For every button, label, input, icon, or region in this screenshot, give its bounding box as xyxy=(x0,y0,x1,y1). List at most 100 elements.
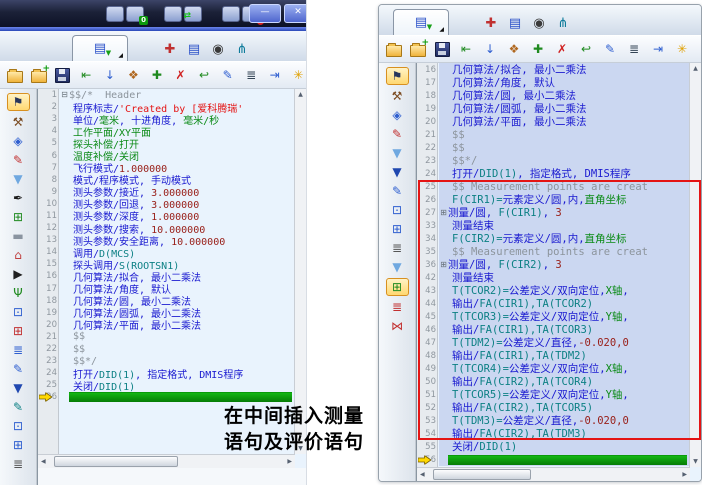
save-program-icon[interactable] xyxy=(55,67,71,83)
insert-line-before-icon[interactable]: ⇤ xyxy=(79,67,95,83)
code-line-25[interactable]: 25关闭/DID(1) xyxy=(38,379,294,391)
probe-list-icon[interactable]: ≣ xyxy=(8,456,29,472)
program-tree-icon[interactable]: ≣ xyxy=(243,67,259,83)
mirror-program-icon[interactable]: ⋈ xyxy=(387,318,408,334)
insert-move-icon[interactable]: ⊞ xyxy=(8,209,29,225)
syntax-highlight-icon[interactable]: ✳ xyxy=(674,41,690,57)
code-line-20[interactable]: 20几何算法/平面, 最小二乘法 xyxy=(38,319,294,331)
screen-view-icon[interactable]: ⊡ xyxy=(387,202,408,218)
tab-program-editor[interactable]: ▤▼◢ xyxy=(72,35,128,61)
scroll-down-icon[interactable]: ▼ xyxy=(693,458,698,465)
insert-feature-icon[interactable]: ⚒ xyxy=(387,88,408,104)
scroll-right-icon[interactable]: ▶ xyxy=(682,471,687,478)
delete-line-icon[interactable]: ✗ xyxy=(554,41,570,57)
scroll-left-icon[interactable]: ◀ xyxy=(420,471,425,478)
expand-insert-icon[interactable]: ▼ xyxy=(387,259,408,275)
fold-toggle-icon[interactable]: ⊞ xyxy=(439,209,448,217)
add-line-icon[interactable]: ✚ xyxy=(530,41,546,57)
scroll-right-icon[interactable]: ▶ xyxy=(287,458,292,465)
scroll-left-icon[interactable]: ◀ xyxy=(41,458,46,465)
code-line-22[interactable]: 22$$ xyxy=(417,141,689,154)
export-lines-icon[interactable]: ⇥ xyxy=(650,41,666,57)
probe-list-icon[interactable]: ≣ xyxy=(387,240,408,256)
code-line-34[interactable]: 34F(CIR2)=元素定义/圆,内,直角坐标 xyxy=(417,232,689,245)
import-lines-icon[interactable]: ↩ xyxy=(196,67,212,83)
expand-tools-icon[interactable]: ▼ xyxy=(8,171,29,187)
save-program-icon[interactable] xyxy=(434,41,450,57)
open-insert-program-icon[interactable] xyxy=(410,41,426,57)
expand-tools-icon[interactable]: ▼ xyxy=(387,145,408,161)
grid-feature-icon[interactable]: ⊡ xyxy=(8,304,29,320)
scroll-up-icon[interactable]: ▲ xyxy=(693,65,698,72)
pause-hand-icon[interactable]: ❖ xyxy=(506,41,522,57)
screen-add-icon[interactable]: ⊞ xyxy=(387,221,408,237)
open-insert-program-icon[interactable] xyxy=(31,67,47,83)
scrollbar-thumb[interactable] xyxy=(54,456,178,467)
align-axes-icon[interactable]: Ψ xyxy=(8,285,29,301)
code-line-55[interactable]: 55关闭/DID(1) xyxy=(417,440,689,453)
left-vertical-scrollbar[interactable]: ▲ ▼ xyxy=(294,89,306,454)
edit-feature-icon[interactable]: ✎ xyxy=(8,152,29,168)
scroll-up-icon[interactable]: ▲ xyxy=(298,91,303,98)
pin-program-window-icon[interactable]: ⚑ xyxy=(386,67,409,85)
plane-tool-icon[interactable]: ▬ xyxy=(8,228,29,244)
code-line-22[interactable]: 22$$ xyxy=(38,343,294,355)
edit-program-icon[interactable]: ✎ xyxy=(8,361,29,377)
fold-toggle-icon[interactable]: ⊞ xyxy=(439,261,448,269)
syntax-highlight-icon[interactable]: ✳ xyxy=(290,67,306,83)
tab-probe-manager[interactable]: ⋔ xyxy=(230,38,254,61)
probe-ink-icon[interactable]: ✒ xyxy=(8,190,29,206)
tab-program-editor[interactable]: ▤▼◢ xyxy=(393,9,449,35)
add-line-icon[interactable]: ✚ xyxy=(149,67,165,83)
probe-position-compare-icon[interactable]: 0 xyxy=(106,6,144,22)
statement-list-icon[interactable]: ≣ xyxy=(387,299,408,315)
minimize-button[interactable]: — xyxy=(249,4,281,23)
delete-line-icon[interactable]: ✗ xyxy=(173,67,189,83)
machine-home-icon[interactable]: ⌂ xyxy=(8,247,29,263)
close-button[interactable]: ✕ xyxy=(284,4,306,23)
tab-camera[interactable]: ◉ xyxy=(206,38,230,61)
erase-feature-icon[interactable]: ◈ xyxy=(387,107,408,123)
edit-report-icon[interactable]: ✎ xyxy=(8,399,29,415)
tab-coordinate-system[interactable]: ✚ xyxy=(479,12,503,35)
tab-probe-manager[interactable]: ⋔ xyxy=(551,12,575,35)
erase-feature-icon[interactable]: ◈ xyxy=(8,133,29,149)
tab-camera[interactable]: ◉ xyxy=(527,12,551,35)
insert-line-before-icon[interactable]: ⇤ xyxy=(458,41,474,57)
pin-program-window-icon[interactable]: ⚑ xyxy=(7,93,30,111)
code-line-26[interactable]: 26 xyxy=(38,391,294,403)
right-horizontal-scrollbar[interactable]: ◀ ▶ xyxy=(417,467,690,481)
left-horizontal-scrollbar[interactable]: ◀ ▶ xyxy=(38,454,295,468)
program-tree-icon[interactable]: ≣ xyxy=(626,41,642,57)
program-lines-icon[interactable]: ≣ xyxy=(8,342,29,358)
goto-line-icon[interactable]: ↓ xyxy=(102,67,118,83)
edit-line-icon[interactable]: ✎ xyxy=(602,41,618,57)
tab-program-list[interactable]: ▤ xyxy=(182,38,206,61)
insert-statement-icon[interactable]: ⊞ xyxy=(386,278,409,296)
screen-add-icon[interactable]: ⊞ xyxy=(8,437,29,453)
scrollbar-thumb[interactable] xyxy=(433,469,531,480)
edit-feature-icon[interactable]: ✎ xyxy=(387,126,408,142)
goto-line-icon[interactable]: ↓ xyxy=(482,41,498,57)
open-program-icon[interactable] xyxy=(7,67,23,83)
screen-view-icon[interactable]: ⊡ xyxy=(8,418,29,434)
tab-coordinate-system[interactable]: ✚ xyxy=(158,38,182,61)
insert-feature-icon[interactable]: ⚒ xyxy=(8,114,29,130)
code-line-21[interactable]: 21$$ xyxy=(417,128,689,141)
left-code-area[interactable]: 1⊟$$/* Header2程序标志/'Created by [爱科腾瑞'3单位… xyxy=(38,89,294,454)
window-layout-switch-icon[interactable]: ⇄ xyxy=(164,6,202,22)
auto-run-icon[interactable]: ▶ xyxy=(8,266,29,282)
right-code-area[interactable]: 16几何算法/拟合, 最小二乘法17几何算法/角度, 默认18几何算法/圆, 最… xyxy=(417,63,689,467)
pause-hand-icon[interactable]: ❖ xyxy=(126,67,142,83)
expand-edit-icon[interactable]: ▼ xyxy=(387,164,408,180)
tab-program-list[interactable]: ▤ xyxy=(503,12,527,35)
open-program-icon[interactable] xyxy=(386,41,402,57)
code-line-21[interactable]: 21$$ xyxy=(38,331,294,343)
right-vertical-scrollbar[interactable]: ▲ ▼ xyxy=(689,63,701,467)
edit-program-icon[interactable]: ✎ xyxy=(387,183,408,199)
code-line-20[interactable]: 20几何算法/平面, 最小二乘法 xyxy=(417,115,689,128)
fold-toggle-icon[interactable]: ⊟ xyxy=(60,91,69,99)
import-lines-icon[interactable]: ↩ xyxy=(578,41,594,57)
expand-edit-icon[interactable]: ▼ xyxy=(8,380,29,396)
edit-line-icon[interactable]: ✎ xyxy=(220,67,236,83)
